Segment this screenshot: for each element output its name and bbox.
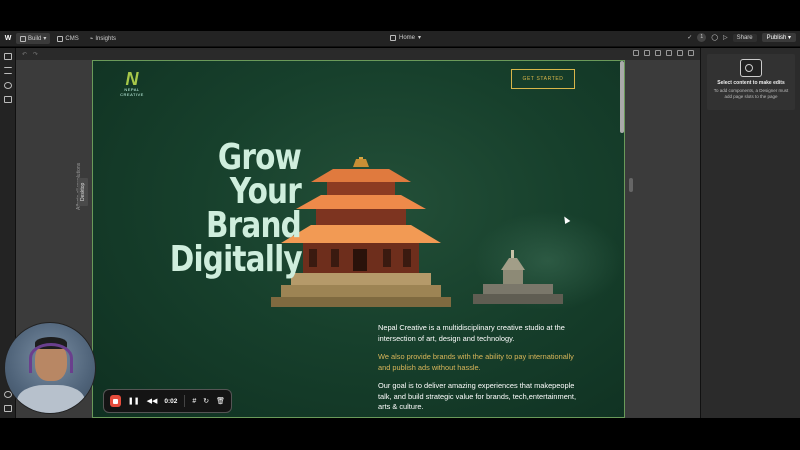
build-mode-button[interactable]: Build ▾	[16, 33, 51, 44]
page-selector[interactable]: Home ▾	[390, 34, 421, 41]
assets-icon[interactable]	[4, 96, 12, 103]
components-icon[interactable]	[4, 82, 12, 89]
pause-icon[interactable]: ❚❚	[128, 397, 140, 405]
laptop-breakpoint-icon[interactable]	[644, 50, 650, 56]
database-icon	[57, 35, 64, 42]
desktop-breakpoint-icon[interactable]	[633, 50, 639, 56]
grid-icon[interactable]: #	[192, 398, 196, 405]
rewind-icon[interactable]: ◀◀	[147, 397, 158, 405]
breakpoint-tab[interactable]: Desktop	[78, 178, 88, 206]
cms-label: CMS	[65, 35, 79, 42]
navigator-icon[interactable]	[4, 67, 12, 74]
mobile-portrait-icon[interactable]	[677, 50, 683, 56]
comment-icon[interactable]: ◯	[711, 34, 718, 41]
intro-copy: Nepal Creative is a multidisciplinary cr…	[378, 323, 588, 417]
recording-controls: ❚❚ ◀◀ 0:02 # ↻ 🗑	[103, 389, 232, 413]
logo-mark: N	[125, 69, 139, 89]
build-label: Build	[28, 35, 42, 42]
publish-label: Publish	[766, 35, 787, 41]
right-panel: Select content to make edits To add comp…	[700, 48, 800, 418]
preview-play-icon[interactable]: ▷	[723, 34, 728, 41]
chevron-down-icon: ▾	[43, 36, 47, 42]
collaborator-badge[interactable]: 1	[697, 33, 707, 42]
hero-heading: Grow Your Brand Digitally	[169, 137, 303, 280]
website-preview[interactable]: N NEPAL CREATIVE GET STARTED Grow Your B…	[92, 60, 625, 418]
mobile-landscape-icon[interactable]	[666, 50, 672, 56]
logo-name: NEPAL CREATIVE	[120, 87, 144, 97]
empty-selection-card: Select content to make edits To add comp…	[707, 54, 795, 110]
folder-icon[interactable]	[4, 405, 12, 412]
divider	[184, 395, 186, 407]
goal-paragraph: Our goal is to deliver amazing experienc…	[378, 381, 577, 411]
pages-icon[interactable]	[4, 53, 12, 60]
letterbox-bottom	[0, 418, 800, 450]
tablet-breakpoint-icon[interactable]	[655, 50, 661, 56]
shrine-illustration	[473, 250, 563, 304]
share-button[interactable]: Share	[732, 33, 757, 42]
insights-label: Insights	[95, 35, 117, 42]
hero-line: Grow	[217, 137, 302, 178]
letterbox-top	[0, 0, 800, 31]
right-toolbar: ✓ 1 ◯ ▷ Share Publish ▾	[687, 33, 796, 42]
restart-icon[interactable]: ↻	[203, 397, 209, 405]
undo-icon[interactable]: ↶	[22, 51, 27, 58]
check-icon[interactable]: ✓	[687, 34, 692, 41]
chevron-down-icon: ▾	[418, 35, 422, 41]
fullscreen-icon[interactable]	[688, 50, 694, 56]
payments-paragraph: We also provide brands with the ability …	[378, 352, 574, 372]
recording-timer: 0:02	[164, 397, 178, 405]
redo-icon[interactable]: ↷	[33, 51, 38, 58]
site-scrollbar[interactable]	[620, 61, 624, 133]
chart-icon: ⌁	[89, 36, 94, 42]
intro-paragraph: Nepal Creative is a multidisciplinary cr…	[378, 323, 565, 343]
webflow-logo[interactable]: W	[0, 35, 16, 42]
trash-icon[interactable]: 🗑	[216, 397, 225, 405]
panel-description: To add components, a Designer must add p…	[713, 88, 789, 99]
webcam-overlay	[4, 322, 96, 414]
insights-button[interactable]: ⌁ Insights	[86, 33, 120, 44]
build-icon	[20, 35, 26, 42]
pagoda-image	[271, 157, 451, 307]
presenter-shirt	[17, 385, 85, 413]
hero-line: Brand	[205, 205, 302, 246]
top-toolbar: W Build ▾ CMS ⌁ Insights Home ▾ ✓ 1 ◯ ▷ …	[0, 31, 800, 47]
canvas-resize-handle[interactable]	[629, 178, 633, 192]
hero-line: Digitally	[169, 239, 303, 280]
hero-line: Your	[229, 171, 302, 212]
canvas-subbar: ↶ ↷	[16, 48, 700, 60]
publish-button[interactable]: Publish ▾	[761, 33, 796, 42]
site-logo[interactable]: N NEPAL CREATIVE	[117, 69, 147, 97]
breakpoint-icons	[633, 50, 694, 56]
cms-button[interactable]: CMS	[53, 33, 82, 44]
headset-icon	[29, 343, 73, 373]
get-started-button[interactable]: GET STARTED	[511, 69, 575, 89]
shrine-image	[473, 250, 563, 304]
panel-title: Select content to make edits	[717, 80, 785, 86]
page-name: Home	[399, 34, 416, 41]
page-icon	[390, 34, 396, 41]
stop-icon	[112, 398, 118, 404]
stop-recording-button[interactable]	[110, 395, 121, 407]
select-element-icon	[740, 59, 762, 77]
